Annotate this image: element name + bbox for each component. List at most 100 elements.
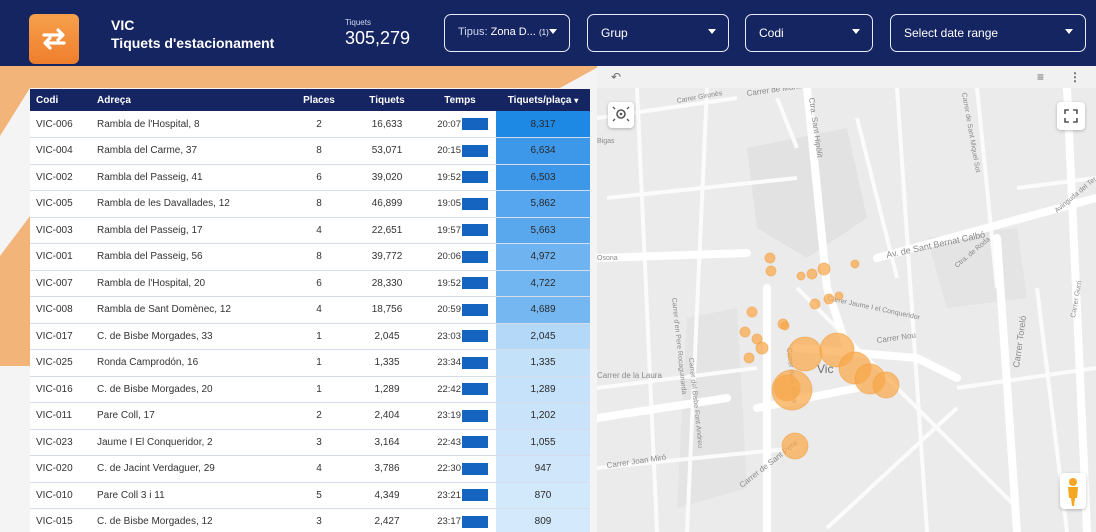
table-row[interactable]: VIC-002 Rambla del Passeig, 41 6 39,020 19:5… <box>30 164 590 191</box>
cell-codi: VIC-001 <box>36 251 73 263</box>
chevron-down-icon <box>852 29 860 34</box>
cell-codi: VIC-005 <box>36 198 73 210</box>
cell-codi: VIC-006 <box>36 118 73 130</box>
cell-tiquets-placa: 4,722 <box>496 270 590 297</box>
app-logo <box>29 14 79 64</box>
cell-places: 1 <box>316 357 322 369</box>
temps-value: 23:17 <box>437 516 461 528</box>
map-bubble[interactable] <box>872 371 900 399</box>
cell-adreca: Rambla del Passeig, 56 <box>97 251 203 263</box>
map-label: Bigas <box>597 138 615 145</box>
map-canvas: Ctra. Sant Hipòlit Av. de Sant Bernat Ca… <box>597 88 1096 532</box>
cell-adreca: Rambla del Passeig, 41 <box>97 171 203 183</box>
table-row[interactable]: VIC-025 Ronda Camprodón, 16 1 1,335 23:34 1,3… <box>30 349 590 376</box>
column-header-tiquets-placa[interactable]: Tiquets/plaça ▾ <box>496 89 590 111</box>
table-row[interactable]: VIC-015 C. de Bisbe Morgades, 12 3 2,427 23:… <box>30 508 590 532</box>
cell-places: 8 <box>316 251 322 263</box>
table-row[interactable]: VIC-020 C. de Jacint Verdaguer, 29 4 3,786 2… <box>30 455 590 483</box>
tipus-dropdown[interactable]: Tipus: Zona D... (1) <box>444 14 570 52</box>
locate-icon <box>612 106 630 122</box>
table-row[interactable]: VIC-007 Rambla de l'Hospital, 20 6 28,330 19… <box>30 270 590 297</box>
date-range-dropdown[interactable]: Select date range <box>890 14 1086 52</box>
cell-temps: 22:43 <box>424 429 496 456</box>
map-bubble[interactable] <box>850 259 860 269</box>
cell-codi: VIC-023 <box>36 436 73 448</box>
cell-temps: 20:15 <box>424 138 496 165</box>
map-label: Osona <box>597 255 618 262</box>
cell-tiquets-placa: 1,289 <box>496 376 590 403</box>
cell-adreca: Pare Coll 3 i 11 <box>97 489 165 501</box>
table-row[interactable]: VIC-008 Rambla de Sant Domènec, 12 4 18,756… <box>30 296 590 324</box>
cell-codi: VIC-015 <box>36 516 73 528</box>
map-bubble[interactable] <box>823 293 835 305</box>
temps-value: 22:43 <box>437 436 461 448</box>
cell-tiquets: 18,756 <box>371 304 403 316</box>
dashboard-header: VIC Tiquets d'estacionament Tiquets 305,… <box>0 0 1096 66</box>
map-bubble[interactable] <box>834 291 844 301</box>
column-header-tiquets[interactable]: Tiquets <box>350 89 424 111</box>
cell-tiquets: 2,427 <box>374 516 400 528</box>
column-header-adreca[interactable]: Adreça <box>91 89 288 111</box>
table-row[interactable]: VIC-023 Jaume I El Conqueridor, 2 3 3,164 22… <box>30 429 590 456</box>
cell-codi: VIC-007 <box>36 277 73 289</box>
map-bubble[interactable] <box>809 298 821 310</box>
street-view-button[interactable] <box>1060 473 1086 509</box>
table-row[interactable]: VIC-011 Pare Coll, 17 2 2,404 23:19 1,202 <box>30 402 590 429</box>
cell-temps: 22:42 <box>424 376 496 403</box>
temps-value: 23:19 <box>437 410 461 422</box>
map-bubble[interactable] <box>771 369 813 411</box>
table-row[interactable]: VIC-005 Rambla de les Davallades, 12 8 46,8… <box>30 190 590 217</box>
codi-dropdown-label: Codi <box>759 26 784 40</box>
table-row[interactable]: VIC-016 C. de Bisbe Morgades, 20 1 1,289 22:… <box>30 376 590 403</box>
table-row[interactable]: VIC-001 Rambla del Passeig, 56 8 39,772 20:0… <box>30 243 590 271</box>
map-bubble[interactable] <box>780 321 790 331</box>
map-bubble[interactable] <box>743 352 755 364</box>
cell-places: 4 <box>316 463 322 475</box>
map-bubble[interactable] <box>751 333 763 345</box>
cell-temps: 20:06 <box>424 244 496 271</box>
map-toolbar: ↶ ≡ ⋮ <box>597 66 1096 88</box>
table-row[interactable]: VIC-004 Rambla del Carme, 37 8 53,071 20:15 6… <box>30 137 590 165</box>
temps-value: 22:30 <box>437 463 461 475</box>
cell-tiquets-placa: 947 <box>496 455 590 482</box>
column-header-temps[interactable]: Temps <box>424 89 496 111</box>
temps-bar <box>462 277 488 290</box>
map-bubble[interactable] <box>739 326 751 338</box>
locate-button[interactable] <box>608 102 634 128</box>
fullscreen-button[interactable] <box>1057 102 1085 130</box>
cell-places: 3 <box>316 516 322 528</box>
cell-places: 8 <box>316 145 322 157</box>
map-bubble[interactable] <box>817 262 831 276</box>
cell-tiquets-placa: 6,634 <box>496 137 590 164</box>
grup-dropdown[interactable]: Grup <box>587 14 729 52</box>
app-title: VIC <box>111 17 135 33</box>
cell-temps: 20:59 <box>424 297 496 324</box>
table-row[interactable]: VIC-006 Rambla de l'Hospital, 8 2 16,633 20:… <box>30 111 590 138</box>
map-bubble[interactable] <box>806 268 818 280</box>
cell-codi: VIC-003 <box>36 224 73 236</box>
map-bubble[interactable] <box>787 336 823 372</box>
map-bubble[interactable] <box>796 271 806 281</box>
cell-places: 4 <box>316 224 322 236</box>
map-bubble[interactable] <box>781 432 809 460</box>
cell-temps: 22:30 <box>424 456 496 483</box>
table-row[interactable]: VIC-003 Rambla del Passeig, 17 4 22,651 19:5… <box>30 217 590 244</box>
temps-bar <box>462 383 488 396</box>
map-bubble[interactable] <box>746 306 758 318</box>
table-row[interactable]: VIC-010 Pare Coll 3 i 11 5 4,349 23:21 870 <box>30 482 590 509</box>
table-row[interactable]: VIC-017 C. de Bisbe Morgades, 33 1 2,045 23:… <box>30 323 590 350</box>
undo-icon[interactable]: ↶ <box>611 70 621 84</box>
codi-dropdown[interactable]: Codi <box>745 14 873 52</box>
cell-places: 4 <box>316 304 322 316</box>
map-view[interactable]: Ctra. Sant Hipòlit Av. de Sant Bernat Ca… <box>597 88 1096 532</box>
map-bubble[interactable] <box>765 265 777 277</box>
column-header-places[interactable]: Places <box>288 89 350 111</box>
cell-adreca: Rambla del Carme, 37 <box>97 145 198 157</box>
column-header-codi[interactable]: Codi <box>30 89 91 111</box>
cell-tiquets-placa: 6,503 <box>496 164 590 191</box>
temps-bar <box>462 489 488 502</box>
temps-value: 23:03 <box>437 330 461 342</box>
map-bubble[interactable] <box>764 252 776 264</box>
filter-icon[interactable]: ≡ <box>1037 70 1044 84</box>
more-vert-icon[interactable]: ⋮ <box>1069 70 1081 84</box>
